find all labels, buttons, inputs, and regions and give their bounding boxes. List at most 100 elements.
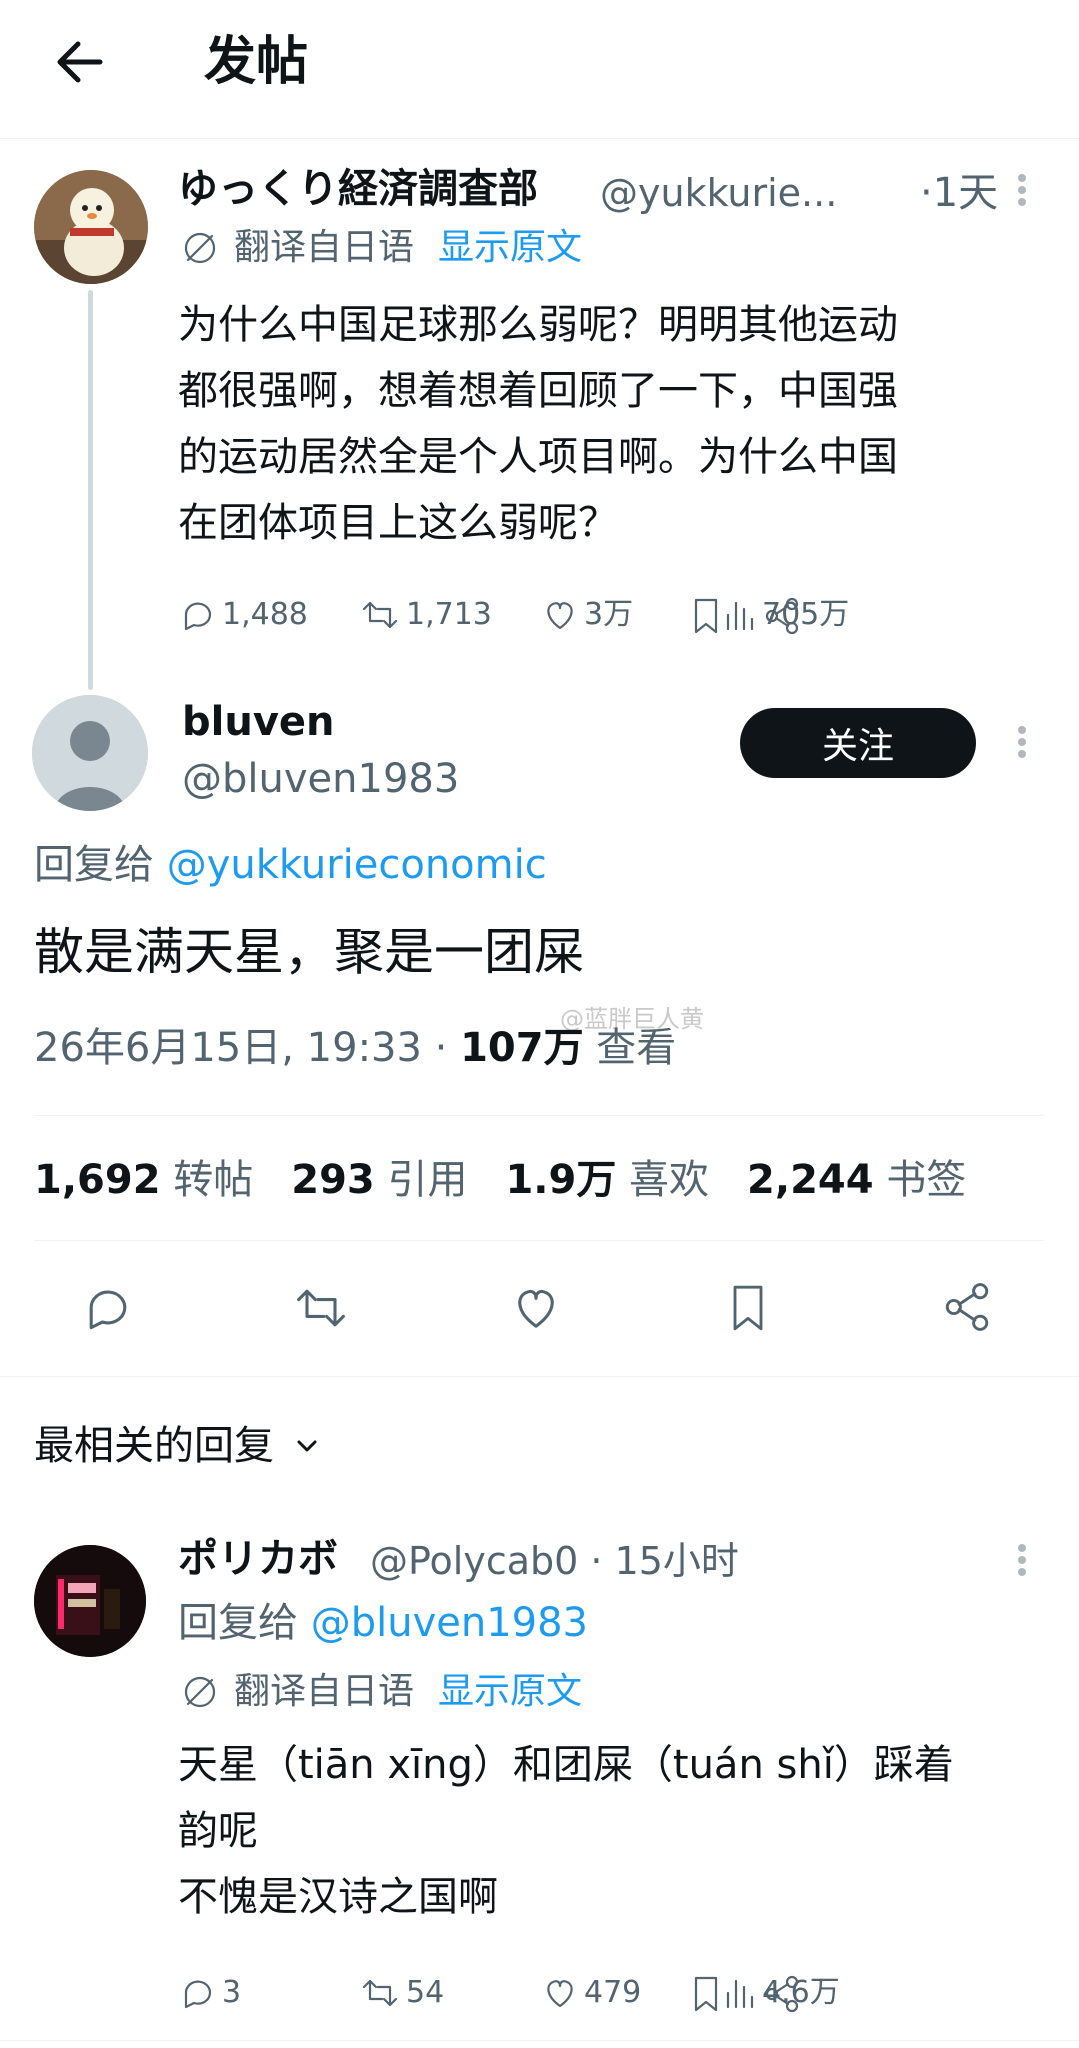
- tweet-text-line: 的运动居然全是个人项目啊。为什么中国: [178, 434, 898, 480]
- stat-label: 转帖: [173, 1157, 254, 1203]
- like-button[interactable]: 479: [540, 1968, 641, 2018]
- reply-to-handle-link[interactable]: @yukkurieconomic: [167, 842, 547, 888]
- reply-to-line: 回复给 @bluven1983: [178, 1596, 588, 1650]
- more-options-icon[interactable]: [1002, 722, 1042, 762]
- bookmark-icon[interactable]: [686, 594, 726, 638]
- heart-icon: [547, 602, 573, 630]
- bookmark-icon[interactable]: [722, 1278, 774, 1338]
- tweet-meta: 26年6月15日, 19:33 · 107万 查看: [34, 1020, 676, 1076]
- tweet-text-line: 天星（tiān xīng）和团屎（tuán shǐ）踩着: [178, 1742, 954, 1788]
- reply-button[interactable]: 3: [178, 1968, 241, 2018]
- page-title: 发帖: [204, 32, 309, 92]
- retweet-button[interactable]: 1,713: [358, 590, 492, 640]
- translated-from-label: 翻译自日语: [234, 227, 415, 268]
- translate-icon: [184, 232, 216, 264]
- mascot-avatar-image: [34, 170, 148, 284]
- stat-value: 1,692: [34, 1157, 161, 1203]
- reply-to-handle-link[interactable]: @bluven1983: [311, 1600, 588, 1646]
- reply-icon: [184, 602, 212, 631]
- views-count: 107万: [460, 1025, 584, 1071]
- reply-count: 1,488: [222, 597, 308, 632]
- tweet-stats-row: 1,692 转帖 293 引用 1.9万 喜欢 2,244 书签: [34, 1152, 966, 1208]
- tweet-text-line: 韵呢: [178, 1808, 258, 1854]
- back-arrow-icon[interactable]: [48, 30, 112, 94]
- tweet-text-line: 为什么中国足球那么弱呢？明明其他运动: [178, 302, 898, 348]
- views-icon: [726, 601, 754, 631]
- retweet-icon: [362, 601, 398, 629]
- reply-icon: [184, 1980, 212, 2009]
- tweet-time: ·1天: [920, 170, 999, 216]
- quotes-stat[interactable]: 293 引用: [291, 1152, 467, 1208]
- tweet-text: 散是满天星，聚是一团屎: [34, 923, 584, 981]
- replies-sort-dropdown[interactable]: 最相关的回复: [34, 1418, 322, 1474]
- reply-to-line: 回复给 @yukkurieconomic: [34, 838, 547, 892]
- divider: [0, 1376, 1079, 1377]
- heart-icon: [547, 1980, 573, 2008]
- reply-icon[interactable]: [80, 1280, 136, 1336]
- tweet-text-line: 都很强啊，想着想着回顾了一下，中国强: [178, 368, 898, 414]
- more-options-icon[interactable]: [1002, 1540, 1042, 1580]
- retweet-icon: [362, 1979, 398, 2007]
- reply-to-label: 回复给: [178, 1600, 298, 1646]
- display-name[interactable]: ポリカボ: [178, 1532, 338, 1586]
- translate-icon: [184, 1676, 216, 1708]
- thread-connector-line: [88, 290, 93, 690]
- bookmark-icon[interactable]: [686, 1972, 726, 2016]
- tweet-actions: 1,488 1,713 3万 705万: [178, 590, 1038, 640]
- heart-icon[interactable]: [508, 1280, 564, 1336]
- retweets-stat[interactable]: 1,692 转帖: [34, 1152, 253, 1208]
- tweet-text: 为什么中国足球那么弱呢？明明其他运动 都很强啊，想着想着回顾了一下，中国强 的运…: [178, 292, 1018, 556]
- likes-stat[interactable]: 1.9万 喜欢: [505, 1152, 709, 1208]
- reply-to-label: 回复给: [34, 842, 154, 888]
- stat-value: 2,244: [747, 1157, 874, 1203]
- tweet-actions: 3 54 479 4.6万: [178, 1968, 1038, 2018]
- retweet-icon[interactable]: [290, 1280, 352, 1336]
- neon-sign-avatar-image: [34, 1545, 146, 1657]
- chevron-down-icon: [297, 1440, 317, 1452]
- divider: [34, 1115, 1044, 1116]
- tweet-text-line: 在团体项目上这么弱呢？: [178, 500, 618, 546]
- divider: [0, 2040, 1079, 2041]
- stat-label: 书签: [886, 1157, 967, 1203]
- avatar[interactable]: [34, 1545, 146, 1657]
- translation-row: 翻译自日语 显示原文: [180, 1666, 582, 1718]
- views-icon: [726, 1979, 754, 2009]
- tweet-text-line: 不愧是汉诗之国啊: [178, 1874, 498, 1920]
- default-avatar-image: [32, 695, 148, 811]
- stat-label: 引用: [387, 1157, 468, 1203]
- tweet-timestamp[interactable]: 26年6月15日, 19:33 ·: [34, 1025, 460, 1071]
- retweet-button[interactable]: 54: [358, 1968, 444, 2018]
- avatar[interactable]: [32, 695, 148, 811]
- stat-value: 293: [291, 1157, 375, 1203]
- like-count: 3万: [584, 597, 634, 632]
- stat-label: 喜欢: [629, 1157, 710, 1203]
- top-bar: [0, 0, 1079, 139]
- retweet-count: 54: [406, 1975, 445, 2010]
- reply-count: 3: [222, 1975, 242, 2010]
- like-button[interactable]: 3万: [540, 590, 633, 640]
- views-label: 查看: [583, 1025, 677, 1071]
- display-name[interactable]: ゆっくり経済調査部: [178, 162, 538, 216]
- user-handle[interactable]: @bluven1983: [182, 752, 459, 806]
- sort-label: 最相关的回复: [34, 1423, 274, 1469]
- follow-button[interactable]: 关注: [740, 708, 976, 778]
- stat-value: 1.9万: [505, 1157, 617, 1203]
- more-options-icon[interactable]: [1002, 170, 1042, 210]
- share-icon[interactable]: [938, 1278, 996, 1336]
- like-count: 479: [584, 1975, 642, 2010]
- divider: [34, 1240, 1044, 1241]
- display-name[interactable]: bluven: [182, 695, 335, 749]
- share-icon[interactable]: [760, 1972, 804, 2016]
- user-handle[interactable]: @yukkurie...: [600, 166, 837, 220]
- bookmarks-stat[interactable]: 2,244 书签: [747, 1152, 966, 1208]
- share-icon[interactable]: [760, 594, 804, 638]
- reply-button[interactable]: 1,488: [178, 590, 308, 640]
- retweet-count: 1,713: [406, 597, 492, 632]
- show-original-link[interactable]: 显示原文: [438, 222, 582, 274]
- translated-from-label: 翻译自日语: [234, 1671, 415, 1712]
- translation-row: 翻译自日语 显示原文: [180, 222, 582, 274]
- avatar[interactable]: [34, 170, 148, 284]
- user-handle[interactable]: @Polycab0 · 15小时: [370, 1534, 739, 1588]
- show-original-link[interactable]: 显示原文: [438, 1666, 582, 1718]
- tweet-text: 天星（tiān xīng）和团屎（tuán shǐ）踩着 韵呢 不愧是汉诗之国啊: [178, 1732, 1048, 1930]
